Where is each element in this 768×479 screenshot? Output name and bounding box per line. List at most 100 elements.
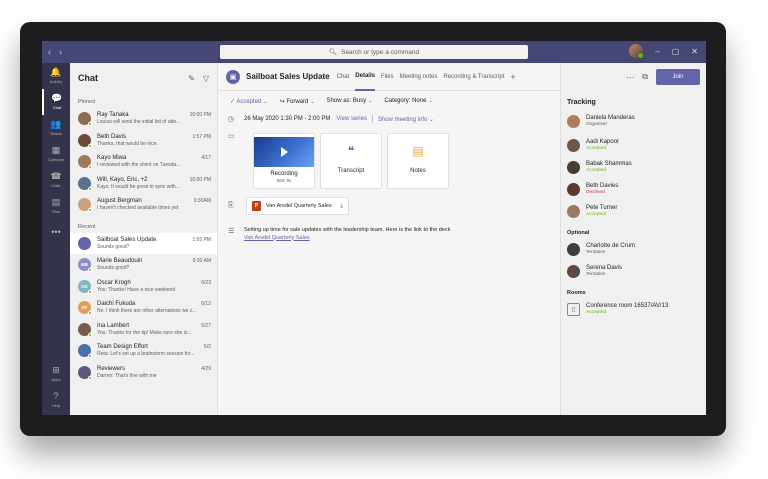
presence-icon	[88, 268, 92, 273]
avatar	[78, 322, 92, 337]
chat-text: Beth Davis 1:57 PM Thanks, that would be n…	[97, 134, 211, 147]
app-rail: 🔔 Activity 💬 Chat 👥 Teams ▦ Calendar ☎ Calls ▤ File…	[42, 63, 70, 415]
tab-chat[interactable]: Chat	[337, 63, 350, 91]
chat-preview: You: Thanks for the tip! Make sure she i…	[97, 329, 192, 336]
attendee-name: Pete Turner	[586, 205, 618, 211]
rail-calls[interactable]: ☎ Calls	[42, 167, 70, 193]
title-bar: ‹ › 🔍︎ Search or type a command – ▢ ✕	[42, 41, 706, 63]
rail-chat[interactable]: 💬 Chat	[42, 89, 70, 115]
presence-icon	[88, 186, 92, 191]
attendee-status: Accepted	[586, 146, 607, 151]
rail-files[interactable]: ▤ Files	[42, 193, 70, 219]
transcript-tile[interactable]: ❝ Transcript	[320, 133, 382, 189]
rail-label: Teams	[50, 131, 62, 136]
attendee-item[interactable]: Beth Davies Declined	[567, 178, 700, 200]
tab-meeting-notes[interactable]: Meeting notes	[400, 63, 438, 91]
deck-link[interactable]: Van Arsdel Quarterly Sales	[244, 235, 450, 243]
show-as-dropdown[interactable]: Show as: Busy ⌄	[327, 98, 373, 104]
avatar	[78, 155, 92, 170]
accepted-dropdown[interactable]: ✓ Accepted ⌄	[230, 98, 268, 105]
rail-label: Help	[51, 403, 61, 408]
attendee-item[interactable]: Charlotte de Crum Tentative	[567, 238, 700, 260]
attendee-item[interactable]: Serena Davis Tentative	[567, 260, 700, 282]
tracking-title: Tracking	[567, 99, 596, 106]
profile-avatar[interactable]	[629, 44, 645, 59]
minimize-icon[interactable]: –	[655, 47, 659, 56]
help-icon: ?	[53, 391, 59, 401]
chat-list-item[interactable]: Kayo Miwa 4/17 I reviewed with the client …	[70, 151, 217, 173]
attendee-info: Serena Davis Tentative	[586, 265, 622, 277]
forward-button[interactable]: ↪ Forward ⌄	[280, 98, 315, 105]
attendee-item[interactable]: Babak Shammas Accepted	[567, 156, 700, 178]
rail-apps[interactable]: ⊞ Apps	[42, 361, 70, 387]
attendee-info: Pete Turner Accepted	[586, 205, 617, 217]
rail-label: Apps	[51, 377, 61, 382]
meeting-datetime: 26 May 2020 1:30 PM - 2:00 PM	[244, 116, 331, 122]
rail-calendar[interactable]: ▦ Calendar	[42, 141, 70, 167]
compose-icon[interactable]: ✎	[188, 74, 195, 83]
close-icon[interactable]: ✕	[691, 47, 698, 56]
chat-row-header: Will, Kayo, Eric, +2 10:00 PM	[97, 177, 211, 183]
chat-list-item[interactable]: Ray Tanaka 10:00 PM Louisa will send the i…	[70, 108, 217, 130]
attendee-status: Accepted	[586, 168, 607, 173]
teams-icon: 👥	[50, 119, 62, 129]
view-series-link[interactable]: View series	[336, 116, 367, 122]
recording-tile[interactable]: Recording 58m 9s	[253, 133, 315, 189]
avatar	[78, 176, 92, 191]
attendee-name: Charlotte de Crum	[586, 243, 636, 249]
chat-name: August Bergman	[97, 198, 142, 205]
join-button[interactable]: Join	[656, 69, 700, 85]
search-input[interactable]: 🔍︎ Search or type a command	[220, 45, 528, 59]
notes-tile[interactable]: ▤ Notes	[387, 133, 449, 189]
add-tab-icon[interactable]: +	[510, 72, 515, 82]
category-dropdown[interactable]: Category: None ⌄	[384, 98, 432, 104]
attendee-item[interactable]: Aadi Kapoor Accepted	[567, 134, 700, 156]
attendee-name: Beth Davies	[586, 183, 619, 189]
attachment-icon: ⎘	[228, 202, 234, 209]
chat-list-panel: Chat ✎ ▽ Pinned Ray Tanaka 10:00 PM Louisa…	[70, 63, 218, 415]
chat-text: Marie Beaudouin 9:30 AM Sounds good?	[97, 258, 211, 271]
chat-list-item[interactable]: Ina Lambert 5/27 You: Thanks for the tip! …	[70, 319, 217, 341]
rail-help[interactable]: ? Help	[42, 387, 70, 413]
chat-text: Ina Lambert 5/27 You: Thanks for the tip! …	[97, 323, 211, 336]
chat-list-item[interactable]: Reviewers 4/29 Darren: That's fine with me	[70, 362, 217, 384]
chat-list-item[interactable]: OK Oscar Krogh 6/23 You: Thanks! Have a nic…	[70, 276, 217, 298]
chat-list-item[interactable]: Team Design Effort 5/2 Reta: Let's set up …	[70, 340, 217, 362]
chat-time: 6/23	[201, 279, 211, 286]
tab-details[interactable]: Details	[355, 63, 375, 91]
more-options-icon[interactable]: ⋯	[626, 73, 634, 82]
chat-text: Daichi Fukuda 6/12 No, I think there are o…	[97, 301, 211, 314]
chat-list-item[interactable]: August Bergman 9:30AM I haven't checked av…	[70, 194, 217, 216]
tab-files[interactable]: Files	[381, 63, 394, 91]
maximize-icon[interactable]: ▢	[672, 47, 680, 56]
chat-preview: Sounds good?	[97, 243, 130, 250]
chat-list-item[interactable]: DF Daichi Fukuda 6/12 No, I think there are…	[70, 297, 217, 319]
download-icon[interactable]: ⤓	[340, 203, 343, 210]
room-item[interactable]: ▯ Conference room 16537/AV/13 Accepted	[567, 298, 700, 320]
popout-icon[interactable]: ⧉	[642, 72, 648, 82]
chat-preview: Sounds good?	[97, 265, 130, 272]
rail-teams[interactable]: 👥 Teams	[42, 115, 70, 141]
chat-name: Marie Beaudouin	[97, 258, 143, 265]
chat-row-header: Team Design Effort 5/2	[97, 344, 211, 350]
show-meeting-info-link[interactable]: Show meeting info ⌄	[378, 116, 434, 123]
back-arrow-icon[interactable]: ‹	[48, 47, 51, 57]
rail-more[interactable]: •••	[42, 219, 70, 245]
avatar	[567, 264, 580, 278]
chat-list-item[interactable]: Beth Davis 1:57 PM Thanks, that would be n…	[70, 130, 217, 152]
avatar	[78, 236, 91, 250]
attendee-item[interactable]: Daniela Manderas Organiser	[567, 110, 700, 132]
attendee-item[interactable]: Pete Turner Accepted	[567, 200, 700, 222]
chat-text: Reviewers 4/29 Darren: That's fine with me	[97, 366, 211, 379]
chat-list-item[interactable]: Sailboat Sales Update 1:55 PM Sounds good?	[70, 232, 217, 254]
attendee-name: Aadi Kapoor	[586, 139, 620, 145]
chat-icon: 💬	[51, 93, 63, 103]
tab-recording-transcript[interactable]: Recording & Transcript	[443, 63, 504, 91]
forward-arrow-icon[interactable]: ›	[59, 47, 62, 57]
filter-icon[interactable]: ▽	[203, 74, 209, 83]
chat-list-item[interactable]: Will, Kayo, Eric, +2 10:00 PM Kayo: It wou…	[70, 173, 217, 195]
avatar	[78, 133, 92, 148]
attachment-file[interactable]: P Van Arsdel Quarterly Sales ⤓	[246, 197, 349, 215]
rail-activity[interactable]: 🔔 Activity	[42, 63, 70, 89]
chat-list-item[interactable]: MB Marie Beaudouin 9:30 AM Sounds good?	[70, 254, 217, 276]
